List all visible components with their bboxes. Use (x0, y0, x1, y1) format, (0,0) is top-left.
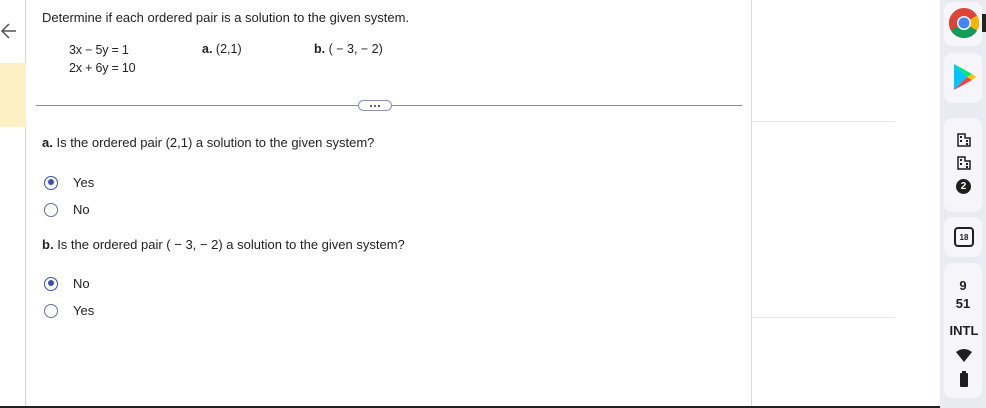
ordered-pair-b: b. ( − 3, − 2) (314, 42, 383, 56)
input-method-indicator[interactable]: INTL (944, 323, 984, 338)
option-label: Yes (73, 303, 95, 318)
background-divider (752, 121, 895, 122)
window-edge (982, 14, 986, 32)
part-a-letter: a. (42, 135, 53, 150)
radio-button[interactable] (44, 303, 58, 318)
part-b-option-no[interactable]: No (44, 276, 90, 291)
ordered-pair-b-value: ( − 3, − 2) (328, 42, 383, 56)
background-divider (752, 317, 895, 318)
option-label: No (73, 202, 90, 217)
calendar-icon[interactable]: 18 (954, 227, 974, 247)
part-b-question: b. Is the ordered pair ( − 3, − 2) a sol… (42, 237, 405, 252)
radio-button-selected[interactable] (44, 276, 58, 291)
building-icon[interactable] (956, 155, 972, 171)
question-panel: Determine if each ordered pair is a solu… (26, 0, 752, 406)
option-label: No (73, 276, 90, 291)
part-a-option-no[interactable]: No (44, 202, 90, 217)
part-b-option-yes[interactable]: Yes (44, 303, 94, 318)
left-strip (0, 0, 26, 406)
play-store-icon[interactable] (950, 62, 978, 92)
ordered-pair-b-letter: b. (314, 42, 326, 56)
equation-1: 3x − 5y = 1 (69, 43, 129, 57)
equation-system: 3x − 5y = 1 2x + 6y = 10 (69, 42, 136, 77)
wifi-icon[interactable] (955, 349, 973, 363)
part-a-text: Is the ordered pair (2,1) a solution to … (56, 135, 375, 150)
part-b-text: Is the ordered pair ( − 3, − 2) a soluti… (57, 237, 405, 252)
equation-2: 2x + 6y = 10 (69, 60, 136, 75)
ordered-pair-a: a. (2,1) (202, 42, 242, 56)
question-prompt: Determine if each ordered pair is a solu… (42, 10, 410, 25)
highlight-tab (0, 63, 26, 127)
ordered-pair-a-value: (2,1) (215, 42, 242, 56)
clock-hour[interactable]: 9 (944, 278, 982, 293)
part-a-question: a. Is the ordered pair (2,1) a solution … (42, 135, 374, 150)
building-icon[interactable] (956, 132, 972, 148)
radio-button-selected[interactable] (44, 175, 58, 190)
notification-count-badge[interactable]: 2 (956, 179, 971, 194)
clock-minute[interactable]: 51 (944, 296, 982, 311)
dot-icon (370, 104, 372, 107)
dot-icon (374, 104, 376, 107)
chrome-icon[interactable] (948, 7, 980, 39)
back-arrow-icon[interactable] (0, 20, 18, 42)
battery-icon[interactable] (959, 371, 969, 387)
dot-icon (378, 104, 380, 107)
expand-button[interactable] (358, 100, 392, 111)
ordered-pair-a-letter: a. (202, 42, 213, 56)
part-a-option-yes[interactable]: Yes (44, 175, 94, 190)
option-label: Yes (73, 175, 95, 190)
part-b-letter: b. (42, 237, 54, 252)
radio-button[interactable] (44, 202, 58, 217)
